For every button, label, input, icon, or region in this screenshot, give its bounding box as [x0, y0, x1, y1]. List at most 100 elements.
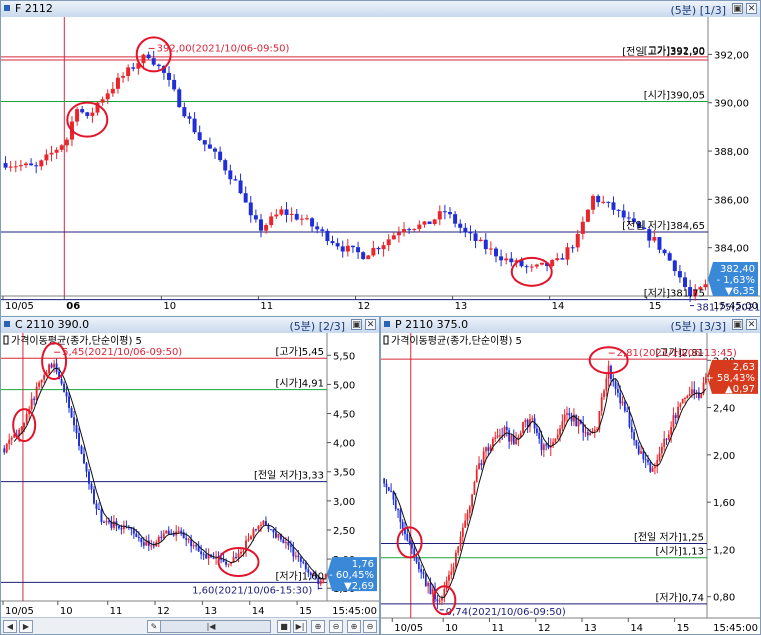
badge-line: - 60,45%: [329, 570, 374, 581]
toolbar-button[interactable]: ⊕: [311, 620, 325, 633]
candle-down: [146, 54, 151, 59]
toolbar-button[interactable]: ✎: [147, 620, 161, 633]
toolbar-button[interactable]: ⊖: [329, 620, 343, 633]
futures-chart-panel: F 2112 (5분) [1/3] ▣ ✕ 392,00 390,00 388,00…: [0, 0, 761, 317]
candle-down: [540, 438, 543, 451]
candle-down: [657, 237, 662, 250]
toolbar-button[interactable]: ▶: [19, 620, 33, 633]
candle-up: [121, 76, 126, 78]
candle-up: [187, 539, 190, 541]
candle-down: [68, 396, 71, 408]
candle-up: [366, 255, 371, 260]
candle-down: [499, 256, 504, 261]
candle-up: [157, 536, 160, 543]
high-line-label: [고가]5,45: [276, 346, 324, 358]
candle-down: [480, 463, 483, 466]
candle-down: [223, 160, 228, 171]
candle-up: [667, 434, 670, 440]
chart-menu-icon[interactable]: [384, 321, 390, 327]
prevlow-line-label: [전일 저가]384,65: [622, 220, 705, 232]
candle-down: [80, 446, 83, 454]
ma-legend-label: 가격이동평균(종가,단순이평) 5: [11, 334, 142, 347]
candle-down: [83, 453, 85, 464]
candle-up: [504, 258, 509, 261]
close-icon[interactable]: ✕: [746, 319, 757, 330]
candle-down: [85, 112, 90, 116]
candle-down: [387, 487, 390, 491]
time-tick-label: 13: [204, 606, 217, 617]
toolbar-button[interactable]: ▶|: [293, 620, 307, 633]
candle-up: [417, 224, 422, 229]
toolbar-button[interactable]: ⊖: [363, 620, 377, 633]
candle-down: [33, 398, 36, 400]
candle-down: [100, 509, 103, 522]
maximize-icon[interactable]: ▣: [732, 319, 743, 330]
candle-down: [135, 533, 138, 537]
close-icon[interactable]: ✕: [365, 319, 376, 330]
candle-down: [487, 447, 490, 451]
candle-up: [43, 375, 46, 380]
maximize-icon[interactable]: ▣: [351, 319, 362, 330]
call-option-chart-panel: C 2110 390.0 (5분) [2/3] ▣ ✕ 5,50 5,00 4,50…: [0, 316, 380, 635]
candle-down: [340, 246, 345, 252]
price-tick-label: 388,00: [714, 147, 749, 158]
candle-down: [274, 532, 277, 538]
time-tick-label: 11: [491, 623, 504, 634]
candle-down: [662, 249, 667, 254]
candle-up: [448, 574, 450, 581]
candle-up: [59, 145, 64, 150]
candle-down: [65, 392, 68, 397]
candle-down: [401, 521, 404, 529]
candle-down: [436, 599, 439, 602]
candle-down: [120, 528, 123, 530]
candle-down: [633, 432, 636, 441]
maximize-icon[interactable]: ▣: [732, 3, 743, 14]
candle-down: [483, 239, 488, 250]
toolbar-button[interactable]: ■: [277, 620, 291, 633]
candle-down: [284, 209, 289, 215]
candle-down: [269, 529, 272, 531]
candle-down: [73, 417, 76, 426]
time-tick-label: 10/05: [394, 623, 423, 634]
candle-down: [665, 438, 668, 440]
time-tick-label: 14: [552, 301, 565, 312]
toolbar-button[interactable]: ⊕: [347, 620, 361, 633]
call-option-candlestick-chart[interactable]: 5,505,004,504,003,503,002,502,001,5010/0…: [1, 333, 379, 617]
candle-up: [663, 438, 666, 447]
candle-up: [485, 447, 487, 452]
candle-up: [304, 218, 309, 220]
candle-up: [515, 439, 517, 445]
toolbar-button[interactable]: ◀: [3, 620, 17, 633]
chart-menu-icon[interactable]: [4, 321, 10, 327]
candle-up: [54, 149, 59, 153]
candle-down: [621, 210, 626, 218]
candle-down: [538, 432, 541, 439]
candle-down: [131, 67, 136, 69]
candle-up: [471, 494, 474, 507]
candle-up: [5, 443, 8, 453]
candle-down: [302, 561, 305, 563]
candle-down: [315, 226, 320, 230]
chart-titlebar: P 2110 375.0 (5분) [3/3] ▣ ✕: [381, 317, 760, 334]
candle-down: [560, 258, 565, 260]
time-tick-label: 10: [163, 301, 176, 312]
candle-down: [637, 445, 640, 454]
extreme-mark-label: 1,60(2021/10/06-15:30): [192, 585, 312, 596]
open-line-label: [시가]4,91: [276, 378, 324, 390]
time-tick-label: 10/05: [5, 301, 34, 312]
candle-down: [202, 140, 207, 145]
candle-down: [282, 539, 285, 544]
candle-down: [172, 534, 175, 536]
toolbar-button[interactable]: |◀: [151, 620, 271, 633]
candle-up: [30, 398, 33, 410]
candle-up: [237, 553, 240, 558]
put-option-candlestick-chart[interactable]: 2,802,402,001,601,200,8010/0510111213141…: [381, 333, 760, 634]
futures-candlestick-chart[interactable]: 392,00 390,00 388,00 386,00 384,00 10/05 06 10 1…: [1, 17, 760, 316]
extreme-mark-label: 2,81(2021/10/06-13:45): [617, 348, 737, 359]
candle-down: [228, 170, 233, 180]
chart-menu-icon[interactable]: [4, 5, 10, 11]
candle-up: [679, 403, 682, 407]
candle-up: [38, 382, 41, 387]
close-icon[interactable]: ✕: [746, 3, 757, 14]
candle-down: [568, 413, 571, 416]
